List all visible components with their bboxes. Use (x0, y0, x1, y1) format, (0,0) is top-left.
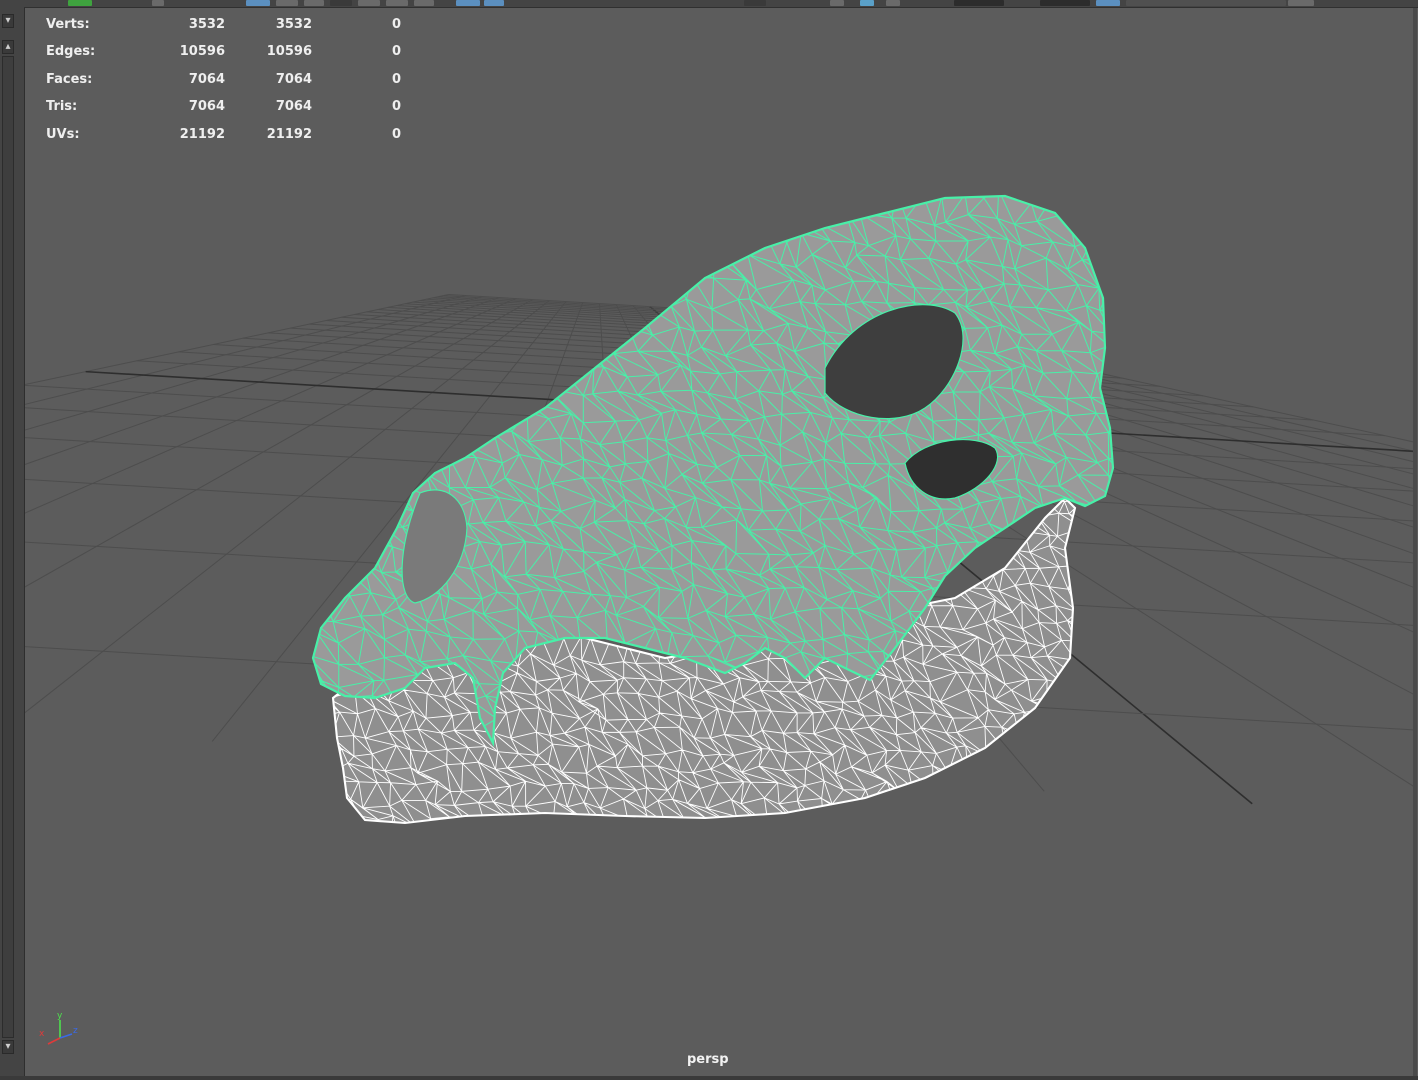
perspective-viewport[interactable]: Verts: 3532 3532 0 Edges: 10596 10596 0 Faces: 70… (25, 8, 1417, 1076)
toolbar-icon[interactable] (456, 0, 480, 6)
hud-value: 10596 (266, 44, 312, 60)
hud-value: 0 (391, 71, 401, 87)
hud-label: Verts: (46, 17, 90, 32)
hud-row: UVs: 21192 21192 0 (46, 121, 401, 148)
scroll-down-icon[interactable]: ▾ (2, 1040, 14, 1054)
hud-value: 7064 (188, 99, 225, 115)
hud-label: Tris: (46, 99, 78, 115)
toolbar-icon[interactable] (386, 0, 408, 6)
toolbar-icon[interactable] (304, 0, 324, 6)
toolbar-icon[interactable] (358, 0, 380, 6)
bottom-bar (0, 1076, 1418, 1080)
search-field[interactable] (1126, 0, 1286, 6)
select-mode-icon[interactable] (68, 0, 92, 6)
view-axis-icon: y x z (39, 1011, 78, 1045)
hud-row: Faces: 7064 7064 0 (46, 66, 401, 93)
hud-label: Edges: (46, 44, 96, 60)
toolbar-icon[interactable] (276, 0, 298, 6)
toolbar-icon[interactable] (152, 0, 164, 6)
hud-row: Tris: 7064 7064 0 (46, 93, 401, 120)
toolbar-icon[interactable] (744, 0, 766, 6)
hud-label: Faces: (46, 71, 93, 87)
hud-value: 7064 (188, 71, 225, 87)
hud-value: 3532 (275, 17, 312, 32)
left-scrollbar[interactable] (2, 56, 14, 1038)
toolbar-icon[interactable] (1096, 0, 1120, 6)
scroll-up-icon[interactable]: ▴ (2, 40, 14, 54)
hud-value: 0 (391, 17, 401, 32)
toolbar-icon[interactable] (414, 0, 434, 6)
status-toolbar (24, 0, 1418, 8)
hud-value: 10596 (179, 44, 225, 60)
scroll-down-icon[interactable]: ▾ (2, 14, 14, 28)
toolbar-icon[interactable] (330, 0, 352, 6)
toolbar-icon[interactable] (484, 0, 504, 6)
toolbar-field[interactable] (954, 0, 1004, 6)
camera-name-label: persp (687, 1052, 729, 1067)
axis-z-label: z (73, 1026, 78, 1036)
hud-value: 21192 (179, 126, 225, 142)
toolbar-icon[interactable] (860, 0, 874, 6)
hud-value: 7064 (275, 99, 312, 115)
toolbar-field[interactable] (1040, 0, 1090, 6)
hud-label: UVs: (46, 126, 80, 142)
hud-value: 0 (391, 126, 401, 142)
scene-canvas[interactable] (25, 8, 1413, 1076)
toolbar-icon[interactable] (246, 0, 270, 6)
left-tool-strip: ▾ ▴ ▾ (0, 0, 25, 1080)
hud-row: Edges: 10596 10596 0 (46, 38, 401, 65)
hud-value: 3532 (188, 17, 225, 32)
hud-value: 0 (391, 44, 401, 60)
toolbar-icon[interactable] (830, 0, 844, 6)
axis-x-label: x (39, 1029, 45, 1039)
toolbar-icon[interactable] (886, 0, 900, 6)
toolbar-icon[interactable] (1288, 0, 1314, 6)
poly-count-hud: Verts: 3532 3532 0 Edges: 10596 10596 0 Faces: 70… (46, 11, 401, 148)
hud-row: Verts: 3532 3532 0 (46, 11, 401, 38)
axis-y-label: y (57, 1011, 63, 1021)
hud-value: 0 (391, 99, 401, 115)
hud-value: 21192 (266, 126, 312, 142)
hud-value: 7064 (275, 71, 312, 87)
